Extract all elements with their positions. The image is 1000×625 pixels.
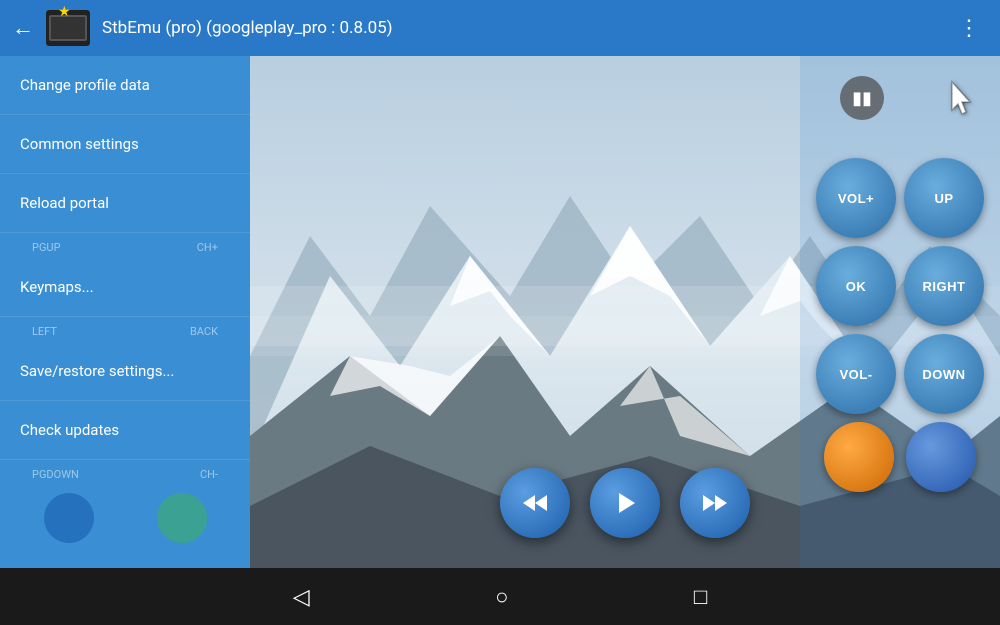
keymap-hint-pgup: PGUP CH+ — [16, 237, 234, 258]
back-button[interactable]: ← — [12, 15, 34, 41]
playback-controls — [250, 448, 1000, 568]
app-title: StbEmu (pro) (googleplay_pro : 0.8.05) — [102, 18, 950, 38]
fast-forward-icon — [699, 487, 731, 519]
right-button[interactable]: RIGHT — [904, 246, 984, 326]
play-button[interactable] — [590, 468, 660, 538]
sidebar-item-save-restore[interactable]: Save/restore settings... — [0, 342, 250, 401]
menu-button[interactable]: ⋮ — [950, 12, 988, 45]
nav-recent-button[interactable]: □ — [674, 576, 727, 618]
dpad: VOL+ UP OK RIGHT VOL- DOWN — [816, 158, 984, 414]
cursor-icon — [944, 80, 980, 128]
content-area: ▮▮ VOL+ UP OK — [250, 56, 1000, 568]
sidebar-item-reload-portal[interactable]: Reload portal — [0, 174, 250, 233]
vol-minus-button[interactable]: VOL- — [816, 334, 896, 414]
sidebar-item-common-settings[interactable]: Common settings — [0, 115, 250, 174]
pause-button[interactable]: ▮▮ — [840, 76, 884, 120]
sidebar-bottom-buttons — [0, 485, 250, 551]
bottom-navigation: ◁ ○ □ — [0, 568, 1000, 625]
app-icon — [46, 10, 90, 46]
up-button[interactable]: UP — [904, 158, 984, 238]
rewind-icon — [519, 487, 551, 519]
sidebar-item-change-profile[interactable]: Change profile data — [0, 56, 250, 115]
sidebar: Change profile data Common settings Relo… — [0, 56, 250, 568]
down-button[interactable]: DOWN — [904, 334, 984, 414]
vol-plus-button[interactable]: VOL+ — [816, 158, 896, 238]
keymap-hint-left: LEFT BACK — [16, 321, 234, 342]
video-player[interactable]: ▮▮ VOL+ UP OK — [250, 56, 1000, 568]
main-layout: Change profile data Common settings Relo… — [0, 56, 1000, 568]
sidebar-left-button[interactable] — [44, 493, 94, 543]
monitor-icon — [49, 15, 87, 41]
top-bar: ← StbEmu (pro) (googleplay_pro : 0.8.05)… — [0, 0, 1000, 56]
ok-button[interactable]: OK — [816, 246, 896, 326]
nav-home-button[interactable]: ○ — [475, 576, 528, 618]
play-icon — [609, 487, 641, 519]
rewind-button[interactable] — [500, 468, 570, 538]
fast-forward-button[interactable] — [680, 468, 750, 538]
sidebar-right-button[interactable] — [157, 493, 207, 543]
sidebar-item-check-updates[interactable]: Check updates — [0, 401, 250, 460]
pause-icon: ▮▮ — [852, 88, 872, 109]
nav-back-button[interactable]: ◁ — [273, 576, 330, 618]
sidebar-item-keymaps[interactable]: Keymaps... — [0, 258, 250, 317]
keymap-hint-pgdown: PGDOWN CH- — [16, 464, 234, 485]
